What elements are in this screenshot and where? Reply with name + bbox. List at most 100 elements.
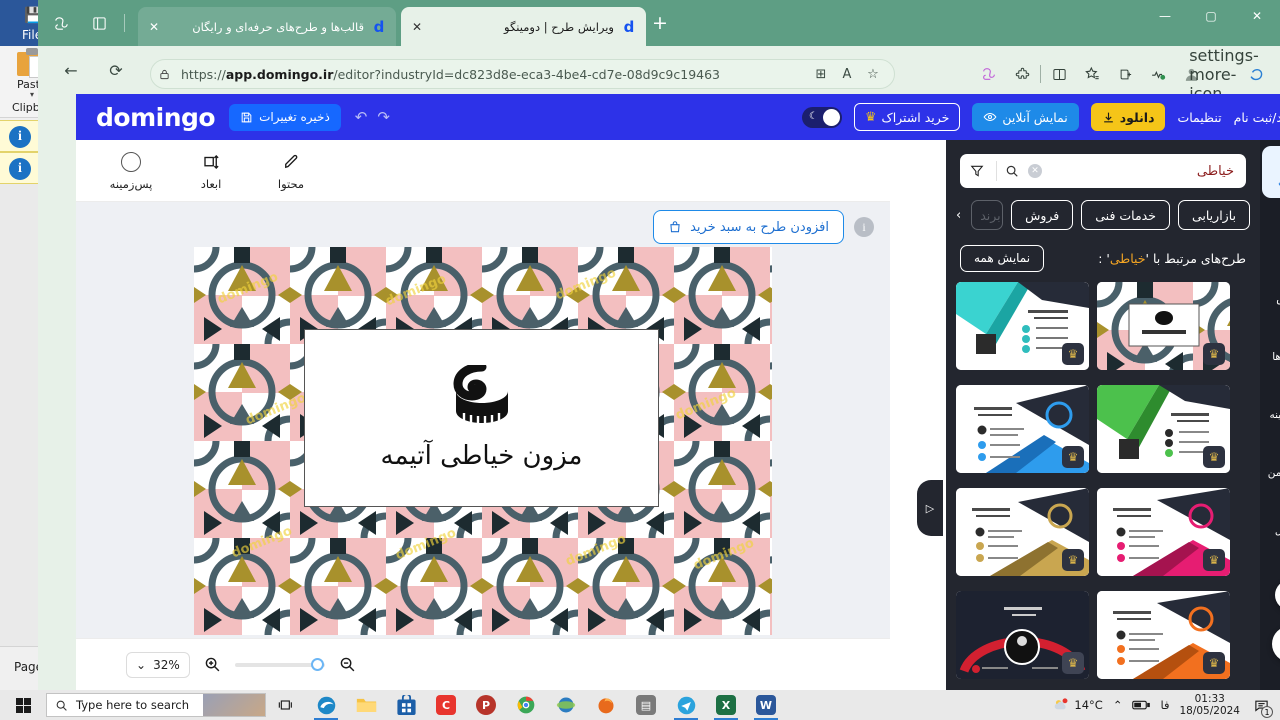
taskbar-app-microsoft-store[interactable] [386, 690, 426, 720]
template-thumbnail[interactable]: ♛ [956, 282, 1089, 370]
collections-icon[interactable] [1110, 59, 1140, 89]
browser-tab-active[interactable]: ✕ ویرایش طرح | دومینگو d [401, 7, 646, 46]
template-thumbnail[interactable]: ♛ [956, 591, 1089, 679]
task-view-icon[interactable] [266, 697, 306, 713]
chip-sales[interactable]: فروش [1011, 200, 1074, 230]
read-aloud-icon[interactable]: A [834, 67, 860, 82]
clear-icon[interactable]: ✕ [1028, 164, 1042, 178]
login-register-link[interactable]: ورود/ثبت نام [1234, 110, 1280, 125]
template-thumbnail[interactable]: ♛ [956, 385, 1089, 473]
taskbar-app-camtasia[interactable]: C [426, 690, 466, 720]
battery-icon[interactable] [1132, 699, 1151, 711]
rail-item-text[interactable]: متن [1262, 204, 1280, 256]
rail-item-background[interactable]: پس‌زمینه [1262, 378, 1280, 430]
zoom-slider[interactable] [234, 657, 325, 671]
split-screen-icon[interactable] [1044, 59, 1074, 89]
close-icon[interactable]: ✕ [146, 20, 162, 34]
rail-item-my-space[interactable]: فضای من [1262, 436, 1280, 488]
translate-button[interactable] [1275, 580, 1280, 610]
taskbar-app-file-explorer[interactable] [346, 690, 386, 720]
template-thumbnail[interactable]: ♛ [1097, 385, 1230, 473]
undo-icon[interactable]: ↶ [355, 108, 368, 126]
ai-brain-button[interactable] [1272, 626, 1280, 662]
close-button[interactable]: ✕ [1234, 0, 1280, 32]
copilot-icon[interactable] [974, 59, 1004, 89]
notification-center-icon[interactable]: 1 [1250, 694, 1273, 718]
domingo-logo[interactable]: domingo [96, 103, 216, 132]
favorites-icon[interactable] [1077, 59, 1107, 89]
online-preview-button[interactable]: نمایش آنلاین [972, 103, 1079, 131]
template-thumbnail[interactable]: ♛ [1097, 488, 1230, 576]
template-thumbnail[interactable]: ♛ [1097, 591, 1230, 679]
tool-content[interactable]: محتوا [264, 151, 318, 191]
extensions-icon[interactable] [1007, 59, 1037, 89]
download-button[interactable]: دانلود [1090, 103, 1166, 131]
taskbar-app-powerpoint[interactable]: P [466, 690, 506, 720]
chevron-left-icon[interactable]: ‹ [956, 208, 963, 223]
search-icon[interactable] [999, 164, 1025, 178]
taskbar-app-excel[interactable]: X [706, 690, 746, 720]
close-icon[interactable]: ✕ [409, 20, 425, 34]
settings-link[interactable]: تنظیمات [1177, 110, 1221, 125]
tab-actions-icon[interactable] [86, 10, 112, 36]
template-search-bar[interactable]: ✕ [960, 154, 1246, 188]
back-icon[interactable]: ← [58, 57, 84, 83]
taskbar-app-notepad[interactable]: ▤ [626, 690, 666, 720]
rail-item-template[interactable]: قالب [1262, 146, 1280, 198]
tray-overflow-icon[interactable]: ⌃ [1113, 698, 1123, 712]
split-screen-icon[interactable]: ⊞ [808, 67, 834, 82]
start-button[interactable] [0, 697, 46, 713]
template-thumbnail[interactable]: ♛ [956, 488, 1089, 576]
theme-toggle[interactable]: ☾ [801, 106, 842, 128]
copilot-sidebar-icon[interactable] [1242, 59, 1272, 89]
new-tab-button[interactable]: + [652, 14, 668, 33]
maximize-button[interactable]: ▢ [1188, 0, 1234, 32]
taskbar-app-edge[interactable] [306, 690, 346, 720]
filter-icon[interactable] [960, 164, 994, 178]
rail-item-icons[interactable]: آیکون‌ها [1262, 320, 1280, 372]
language-indicator[interactable]: فا [1160, 698, 1169, 712]
chip-marketing[interactable]: بازاریابی [1177, 200, 1250, 230]
show-all-button[interactable]: نمایش همه [960, 244, 1045, 272]
buy-subscription-button[interactable]: خرید اشتراک ♛ [853, 103, 961, 131]
zoom-level-select[interactable]: ⌄ 32% [126, 651, 190, 678]
weather-widget[interactable]: 14°C [1053, 698, 1103, 712]
tool-dimensions[interactable]: ابعاد [184, 151, 238, 191]
browser-essentials-icon[interactable] [1143, 59, 1173, 89]
panel-collapse-button[interactable]: ▷ [917, 480, 943, 536]
rail-item-image[interactable]: عکس [1262, 262, 1280, 314]
browser-tab-inactive[interactable]: ✕ قالب‌ها و طرح‌های حرفه‌ای و رایگان d [138, 7, 396, 46]
copilot-icon[interactable] [48, 10, 74, 36]
chip-technical-services[interactable]: خدمات فنی [1081, 200, 1170, 230]
taskbar-app-chrome[interactable] [506, 690, 546, 720]
redo-icon[interactable]: ↷ [377, 108, 390, 126]
taskbar-search-box[interactable]: Type here to search [46, 693, 266, 717]
clock[interactable]: 01:33 18/05/2024 [1179, 693, 1240, 717]
word-paste-label[interactable]: Past [17, 78, 40, 91]
zoom-in-icon[interactable] [204, 656, 221, 673]
reload-icon[interactable]: ⟳ [103, 57, 129, 83]
design-canvas[interactable]: domingo domingo domingo domingo domingo … [194, 247, 772, 635]
design-card[interactable]: مزون خیاطی آتیمه [304, 329, 659, 507]
minimize-button[interactable]: — [1142, 0, 1188, 32]
taskbar-app-telegram[interactable] [666, 690, 706, 720]
settings-more-icon[interactable]: settings-more-icon [1189, 46, 1259, 103]
taskbar-app-firefox[interactable] [586, 690, 626, 720]
zoom-slider-knob[interactable] [310, 657, 324, 671]
chip-brand[interactable]: برند [971, 200, 1004, 230]
template-thumbnail[interactable]: ♛ [1097, 282, 1230, 370]
tool-background[interactable]: پس‌زمینه [104, 151, 158, 191]
taskbar-app-word[interactable]: W [746, 690, 786, 720]
add-favorite-icon[interactable]: ☆ [860, 67, 886, 82]
add-to-cart-button[interactable]: افزودن طرح به سبد خرید [653, 210, 844, 244]
chevron-down-icon[interactable]: ▾ [30, 90, 34, 99]
zoom-out-icon[interactable] [339, 656, 356, 673]
address-bar[interactable]: https://app.domingo.ir/editor?industryId… [150, 59, 895, 89]
taskbar-app-internet-explorer[interactable] [546, 690, 586, 720]
premium-crown-icon: ♛ [1203, 652, 1225, 674]
search-input[interactable] [1042, 163, 1246, 179]
design-title[interactable]: مزون خیاطی آتیمه [381, 441, 583, 471]
rail-item-shapes[interactable]: اشکال [1262, 494, 1280, 546]
info-icon[interactable]: i [854, 217, 874, 237]
save-changes-button[interactable]: ذخیره تغییرات [229, 103, 341, 131]
